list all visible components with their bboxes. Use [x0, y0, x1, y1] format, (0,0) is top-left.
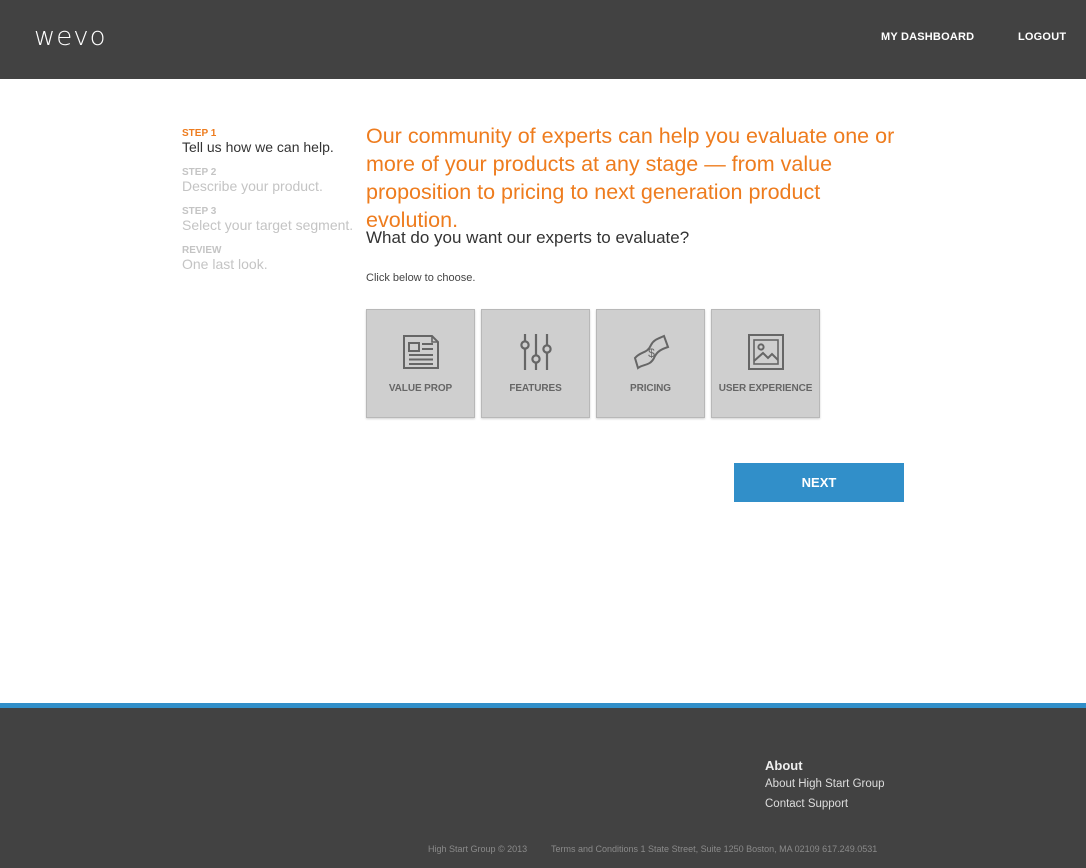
user-experience-option[interactable]: USER EXPERIENCE [711, 309, 820, 418]
option-label: VALUE PROP [388, 383, 453, 394]
logout-link[interactable]: LOGOUT [1018, 31, 1066, 43]
my-dashboard-link[interactable]: MY DASHBOARD [881, 31, 974, 43]
value-prop-option[interactable]: VALUE PROP [366, 309, 475, 418]
sliders-icon [519, 334, 552, 370]
legal-text: Terms and Conditions 1 State Street, Sui… [551, 844, 878, 854]
contact-support-link[interactable]: Contact Support [765, 798, 848, 810]
copyright-text: High Start Group © 2013 [428, 844, 528, 854]
intro-headline: Our community of experts can help you ev… [366, 124, 895, 232]
svg-text:$: $ [648, 346, 655, 360]
step-1: STEP 1 Tell us how we can help. [182, 128, 357, 155]
newspaper-icon [402, 335, 439, 369]
step-2: STEP 2 Describe your product. [182, 167, 357, 194]
choose-instruction: Click below to choose. [366, 272, 476, 284]
wevo-logo[interactable]: wevo [34, 22, 107, 52]
step-description: One last look. [182, 256, 268, 272]
page-footer: About About High Start Group Contact Sup… [0, 703, 1086, 868]
pricing-option[interactable]: $ PRICING [596, 309, 705, 418]
evaluation-question: What do you want our experts to evaluate… [366, 228, 690, 247]
step-description: Select your target segment. [182, 217, 354, 233]
option-label: FEATURES [509, 383, 562, 394]
step-description: Describe your product. [182, 178, 323, 194]
footer-heading: About [765, 758, 803, 773]
next-button[interactable]: NEXT [734, 463, 904, 502]
steps-sidebar: STEP 1 Tell us how we can help. STEP 2 D… [182, 128, 357, 284]
money-bill-icon: $ [633, 334, 669, 370]
step-review: REVIEW One last look. [182, 245, 357, 272]
step-3: STEP 3 Select your target segment. [182, 206, 357, 233]
about-high-start-link[interactable]: About High Start Group [765, 778, 885, 790]
step-description: Tell us how we can help. [182, 139, 334, 155]
image-icon [747, 334, 784, 370]
option-label: USER EXPERIENCE [718, 383, 813, 394]
top-header: wevo MY DASHBOARD LOGOUT [0, 0, 1086, 79]
option-label: PRICING [630, 383, 671, 394]
features-option[interactable]: FEATURES [481, 309, 590, 418]
